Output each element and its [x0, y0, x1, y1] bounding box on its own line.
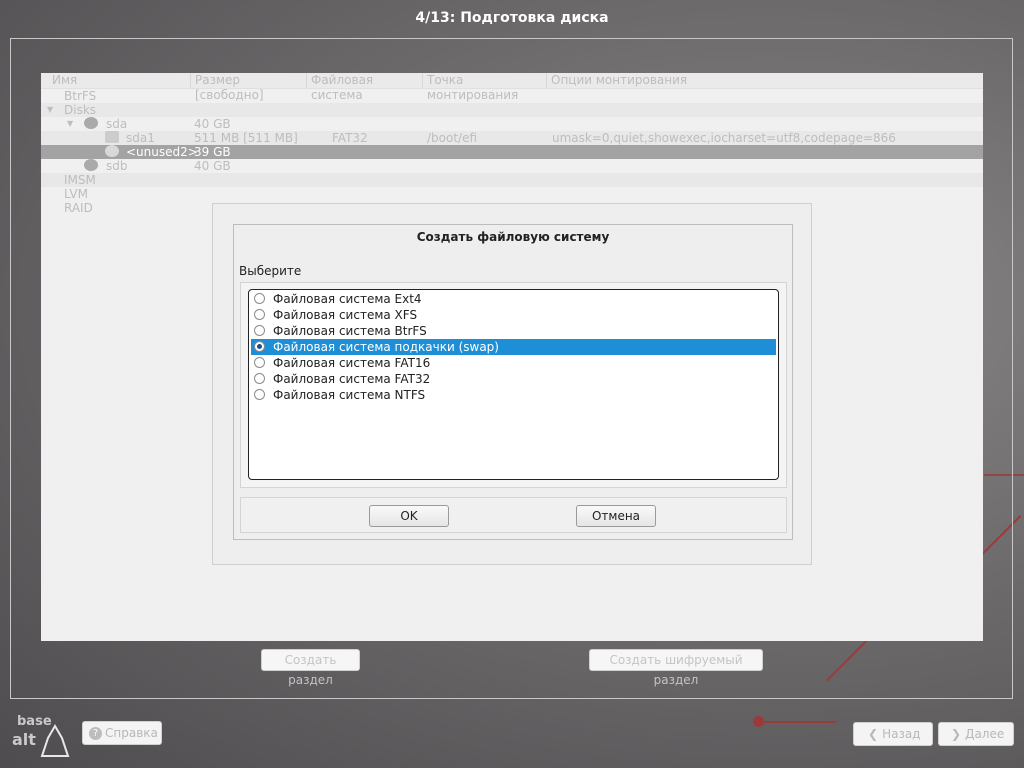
fs-option-btrfs[interactable]: Файловая система BtrFS: [251, 323, 776, 339]
expand-arrow-icon[interactable]: ▼: [47, 103, 53, 117]
radio-button[interactable]: [254, 309, 265, 320]
row-name: RAID: [64, 201, 93, 215]
fs-option-swap[interactable]: Файловая система подкачки (swap): [251, 339, 776, 355]
fs-list-frame: Файловая система Ext4 Файловая система X…: [240, 282, 787, 488]
tree-row-sdb[interactable]: ▶ sdb 40 GB: [41, 159, 983, 173]
partition-icon: [105, 131, 119, 143]
row-name: BtrFS: [64, 89, 97, 103]
create-fs-dialog: Создать файловую систему Выберите Файлов…: [212, 203, 812, 565]
back-label: Назад: [882, 727, 921, 741]
next-button[interactable]: ❯ Далее: [938, 722, 1014, 746]
row-name: LVM: [64, 187, 88, 201]
radio-button[interactable]: [254, 293, 265, 304]
dialog-panel: Создать файловую систему Выберите Файлов…: [233, 224, 793, 540]
create-partition-button[interactable]: Создать раздел: [261, 649, 360, 687]
dialog-prompt: Выберите: [239, 264, 302, 278]
expand-arrow-icon[interactable]: ▼: [67, 117, 73, 131]
fs-option-ntfs[interactable]: Файловая система NTFS: [251, 387, 776, 403]
tree-row-unused2[interactable]: <unused2> 39 GB: [41, 145, 983, 159]
fs-option-label: Файловая система BtrFS: [273, 324, 427, 338]
tree-header: Имя Размер [свободно] Файловая система Т…: [41, 73, 983, 102]
row-size: 511 MB [511 MB]: [194, 131, 298, 145]
dialog-title: Создать файловую систему: [416, 230, 610, 244]
col-size[interactable]: Размер [свободно]: [191, 73, 307, 102]
tree-row-disks[interactable]: ▼ Disks: [41, 103, 983, 117]
logo-text-bottom: alt: [12, 730, 36, 749]
dialog-button-bar: OK Отмена: [240, 497, 787, 533]
row-size: 40 GB: [194, 117, 231, 131]
penguin-icon: [40, 724, 70, 757]
next-label: Далее: [965, 727, 1005, 741]
help-label: Справка: [105, 726, 158, 740]
fs-option-label: Файловая система NTFS: [273, 388, 426, 402]
tree-row-sda1[interactable]: sda1 511 MB [511 MB] FAT32 /boot/efi uma…: [41, 131, 983, 145]
basealt-logo: base alt: [12, 710, 74, 760]
radio-button[interactable]: [254, 389, 265, 400]
fs-option-fat16[interactable]: Файловая система FAT16: [251, 355, 776, 371]
fs-option-ext4[interactable]: Файловая система Ext4: [251, 291, 776, 307]
partition-tree[interactable]: Имя Размер [свободно] Файловая система Т…: [41, 73, 983, 215]
tree-row-lvm[interactable]: LVM: [41, 187, 983, 201]
col-fs[interactable]: Файловая система: [307, 73, 423, 102]
help-button[interactable]: ? Справка: [82, 721, 162, 745]
fs-option-label: Файловая система FAT32: [273, 372, 431, 386]
decor-dot: [753, 716, 764, 727]
tree-row-imsm[interactable]: IMSM: [41, 173, 983, 187]
fs-option-xfs[interactable]: Файловая система XFS: [251, 307, 776, 323]
help-icon: ?: [89, 727, 102, 740]
radio-button[interactable]: [254, 325, 265, 336]
row-name: <unused2>: [126, 145, 198, 159]
row-fs: FAT32: [332, 131, 368, 145]
fs-options-list[interactable]: Файловая система Ext4 Файловая система X…: [248, 289, 779, 480]
col-options[interactable]: Опции монтирования: [547, 73, 697, 88]
row-mount: /boot/efi: [427, 131, 478, 145]
row-size: 40 GB: [194, 159, 231, 173]
col-name[interactable]: Имя: [48, 73, 191, 88]
next-arrow-icon: ❯: [951, 727, 962, 741]
cancel-button[interactable]: Отмена: [576, 505, 656, 527]
radio-button[interactable]: [254, 357, 265, 368]
disk-icon: [84, 117, 98, 129]
back-button[interactable]: ❮ Назад: [853, 722, 933, 746]
fs-option-label: Файловая система FAT16: [273, 356, 431, 370]
row-name: Disks: [64, 103, 97, 117]
ok-button[interactable]: OK: [369, 505, 449, 527]
col-mount[interactable]: Точка монтирования: [423, 73, 547, 102]
decor-line: [758, 721, 836, 723]
fs-option-label: Файловая система XFS: [273, 308, 418, 322]
row-name: sda1: [126, 131, 155, 145]
fs-option-fat32[interactable]: Файловая система FAT32: [251, 371, 776, 387]
create-encrypted-partition-button[interactable]: Создать шифруемый раздел: [589, 649, 763, 687]
row-name: sda: [106, 117, 128, 131]
tree-row-btrfs[interactable]: BtrFS: [41, 89, 983, 103]
row-size: 39 GB: [194, 145, 231, 159]
free-space-icon: [105, 145, 119, 157]
row-name: IMSM: [64, 173, 96, 187]
back-arrow-icon: ❮: [868, 727, 879, 741]
tree-row-sda[interactable]: ▼ sda 40 GB: [41, 117, 983, 131]
disk-icon: [84, 159, 98, 171]
radio-button[interactable]: [254, 373, 265, 384]
fs-option-label: Файловая система Ext4: [273, 292, 422, 306]
row-name: sdb: [106, 159, 128, 173]
row-options: umask=0,quiet,showexec,iocharset=utf8,co…: [552, 131, 896, 145]
radio-button-selected[interactable]: [254, 341, 265, 352]
window-title: 4/13: Подготовка диска: [415, 10, 609, 26]
fs-option-label: Файловая система подкачки (swap): [273, 340, 499, 354]
